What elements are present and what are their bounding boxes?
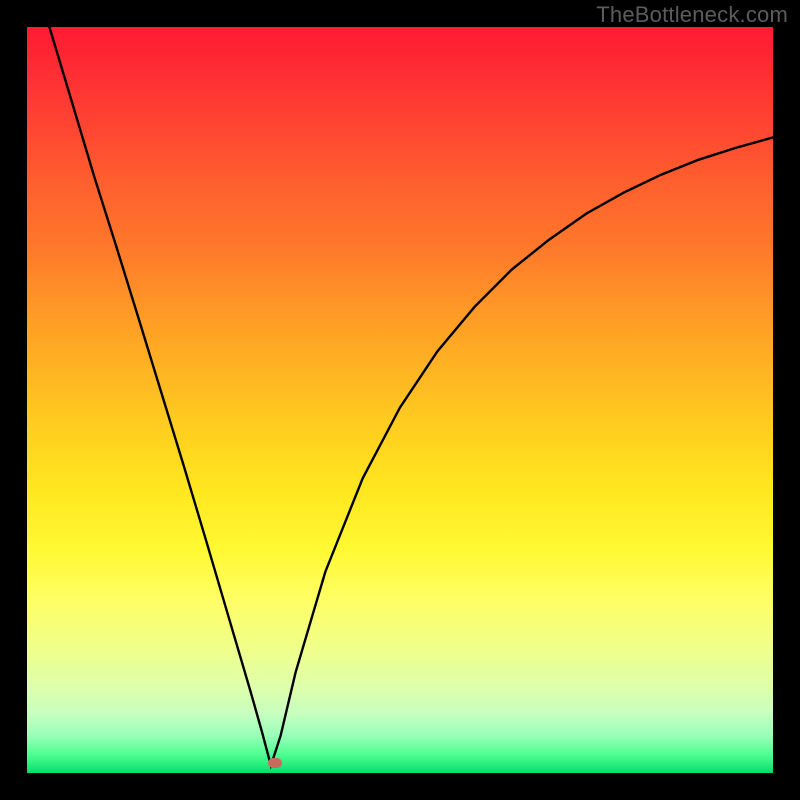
plot-area xyxy=(27,27,773,773)
bottleneck-curve xyxy=(27,27,773,773)
watermark-text: TheBottleneck.com xyxy=(596,2,788,28)
minimum-marker xyxy=(268,758,282,768)
chart-frame: TheBottleneck.com xyxy=(0,0,800,800)
